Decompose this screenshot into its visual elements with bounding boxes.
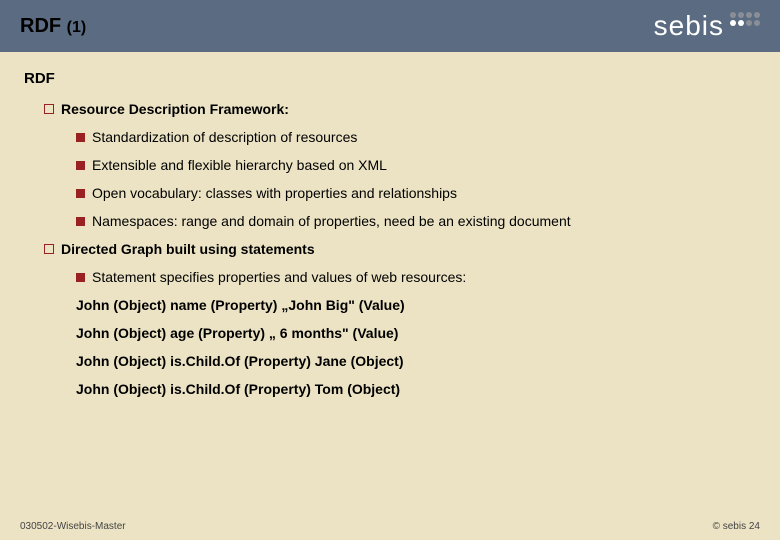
footer-left: 030502-Wisebis-Master (20, 521, 126, 532)
bullet-level2: Standardization of description of resour… (76, 129, 756, 145)
slide: RDF (1) sebis RDF Resource Description F… (0, 0, 780, 540)
bullet-fill-icon (76, 189, 85, 198)
bullet-open-icon (44, 244, 54, 254)
bullet-level2: Extensible and flexible hierarchy based … (76, 157, 756, 173)
bullet-text: Extensible and flexible hierarchy based … (92, 157, 387, 173)
bullet-fill-icon (76, 273, 85, 282)
bullet-fill-icon (76, 161, 85, 170)
logo-text: sebis (654, 10, 724, 42)
slide-content: RDF Resource Description Framework: Stan… (0, 52, 780, 397)
bullet-text: Statement specifies properties and value… (92, 269, 466, 285)
bullet-label: Directed Graph built using statements (61, 241, 315, 257)
bullet-level2: Statement specifies properties and value… (76, 269, 756, 285)
statement-line: John (Object) name (Property) „John Big"… (76, 297, 756, 313)
bullet-level1: Directed Graph built using statements (44, 241, 756, 257)
bullet-fill-icon (76, 217, 85, 226)
bullet-level1: Resource Description Framework: (44, 101, 756, 117)
bullet-label: Resource Description Framework: (61, 101, 289, 117)
slide-header: RDF (1) sebis (0, 0, 780, 52)
content-heading: RDF (24, 70, 756, 87)
title-main: RDF (20, 15, 67, 37)
logo-dots-icon (730, 12, 760, 26)
bullet-level2: Namespaces: range and domain of properti… (76, 213, 756, 229)
bullet-level2: Open vocabulary: classes with properties… (76, 185, 756, 201)
statement-line: John (Object) is.Child.Of (Property) Jan… (76, 353, 756, 369)
bullet-text: Standardization of description of resour… (92, 129, 357, 145)
bullet-text: Namespaces: range and domain of properti… (92, 213, 571, 229)
bullet-fill-icon (76, 133, 85, 142)
statement-line: John (Object) age (Property) „ 6 months"… (76, 325, 756, 341)
statement-line: John (Object) is.Child.Of (Property) Tom… (76, 381, 756, 397)
footer-right: © sebis 24 (713, 521, 760, 532)
title-sub: (1) (67, 19, 87, 36)
bullet-open-icon (44, 104, 54, 114)
bullet-text: Open vocabulary: classes with properties… (92, 185, 457, 201)
slide-title: RDF (1) (20, 15, 86, 38)
logo: sebis (654, 10, 760, 42)
slide-footer: 030502-Wisebis-Master © sebis 24 (0, 521, 780, 532)
